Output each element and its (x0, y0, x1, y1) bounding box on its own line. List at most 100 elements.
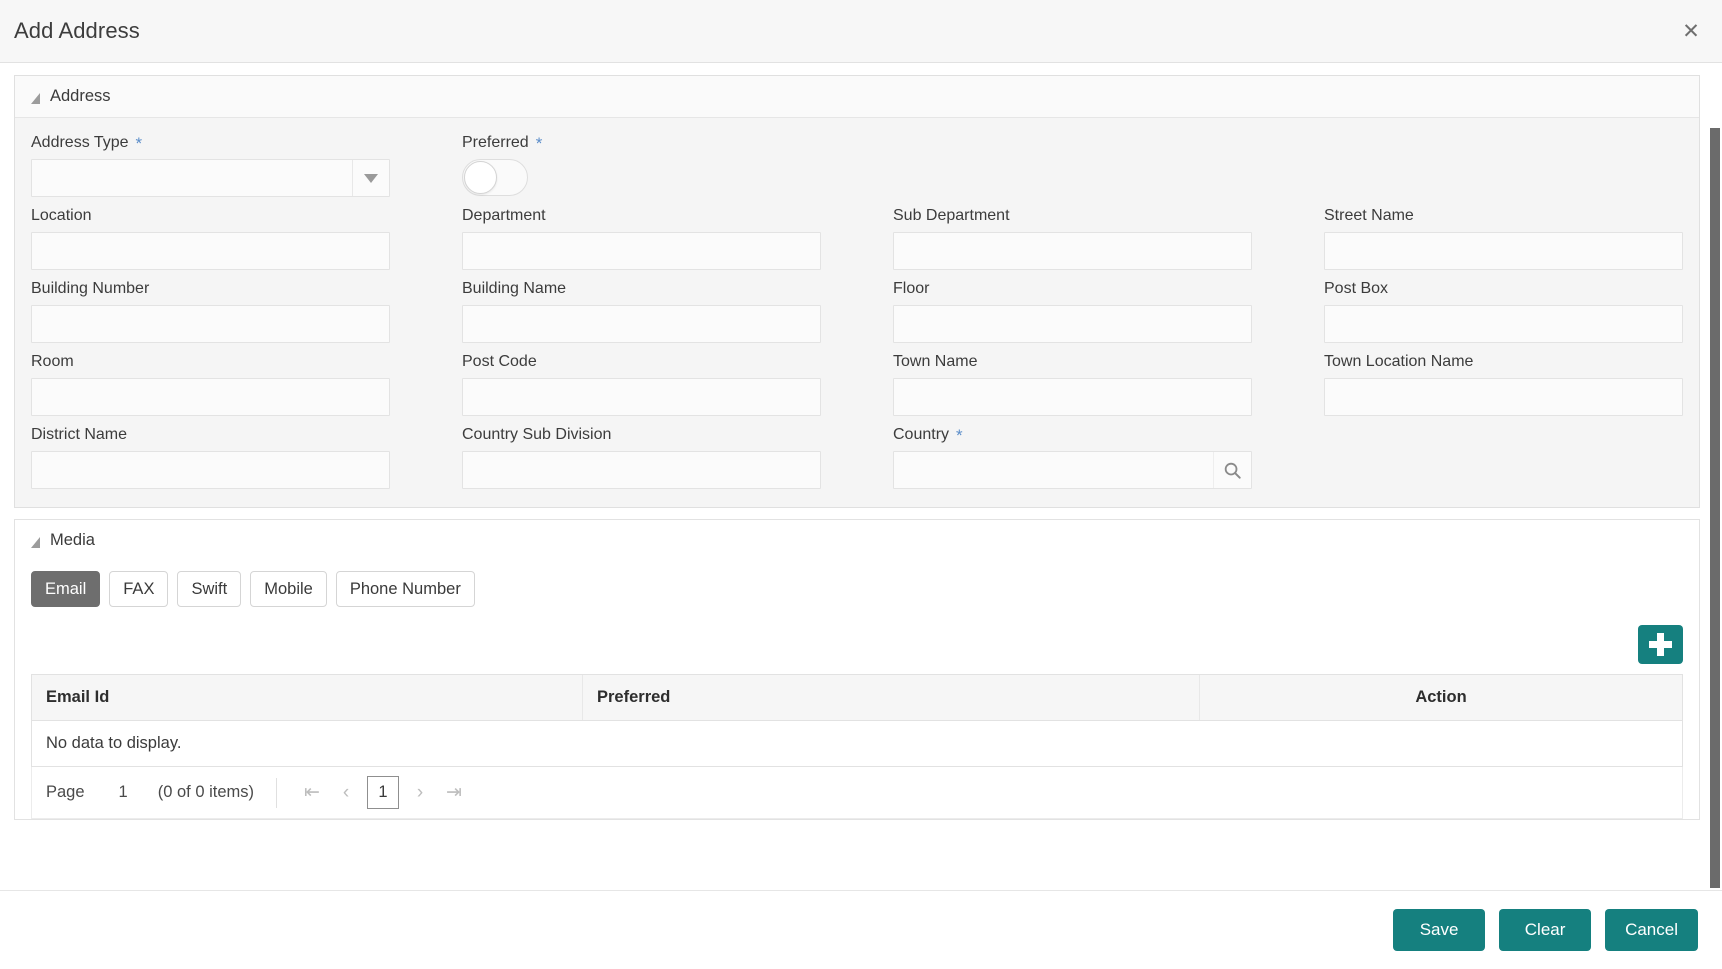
label-department: Department (462, 207, 821, 225)
label-town-location-name: Town Location Name (1324, 353, 1683, 371)
label-post-box: Post Box (1324, 280, 1683, 298)
media-panel: Media Email FAX Swift Mobile Phone Numbe… (14, 519, 1700, 820)
dialog-title: Add Address (14, 18, 140, 44)
label-sub-department: Sub Department (893, 207, 1252, 225)
preferred-toggle[interactable] (462, 159, 528, 196)
first-page-icon[interactable]: ⇤ (295, 777, 329, 809)
dialog-titlebar: Add Address ✕ (0, 0, 1722, 63)
address-panel-title: Address (50, 87, 111, 106)
triangle-collapse-icon[interactable] (31, 93, 40, 104)
address-panel: Address Address Type * (14, 75, 1700, 508)
field-district-name: District Name (31, 416, 390, 489)
field-room: Room (31, 343, 390, 416)
label-address-type: Address Type * (31, 134, 390, 152)
required-asterisk: * (136, 135, 143, 152)
dialog-footer: Save Clear Cancel (0, 890, 1722, 969)
media-pagination: Page 1 (0 of 0 items) ⇤ ‹ 1 › ⇥ (31, 767, 1683, 819)
vertical-scrollbar[interactable] (1707, 126, 1722, 811)
address-type-select[interactable] (31, 159, 390, 197)
media-panel-body: Email FAX Swift Mobile Phone Number (14, 561, 1700, 820)
pager-divider (276, 778, 277, 808)
add-address-dialog: Add Address ✕ Address Address Type * (0, 0, 1722, 969)
field-building-number: Building Number (31, 270, 390, 343)
floor-input[interactable] (893, 305, 1252, 343)
label-location: Location (31, 207, 390, 225)
address-panel-header[interactable]: Address (15, 76, 1699, 118)
town-location-name-input[interactable] (1324, 378, 1683, 416)
field-sub-department: Sub Department (893, 197, 1252, 270)
media-tab-fax[interactable]: FAX (109, 571, 168, 607)
field-post-code: Post Code (462, 343, 821, 416)
label-country: Country * (893, 426, 1252, 444)
country-sub-division-input[interactable] (462, 451, 821, 489)
dialog-body: Address Address Type * (0, 63, 1722, 890)
field-country: Country * (893, 416, 1252, 489)
street-name-input[interactable] (1324, 232, 1683, 270)
field-country-sub-division: Country Sub Division (462, 416, 821, 489)
chevron-down-icon[interactable] (352, 160, 389, 196)
add-row (31, 621, 1683, 674)
column-header-preferred[interactable]: Preferred (583, 675, 1200, 720)
district-name-input[interactable] (31, 451, 390, 489)
location-input[interactable] (31, 232, 390, 270)
field-street-name: Street Name (1324, 197, 1683, 270)
table-empty-message: No data to display. (32, 721, 1682, 766)
media-tab-mobile[interactable]: Mobile (250, 571, 327, 607)
add-record-button[interactable] (1638, 625, 1683, 664)
save-button[interactable]: Save (1393, 909, 1485, 951)
required-asterisk: * (956, 427, 963, 444)
label-district-name: District Name (31, 426, 390, 444)
media-panel-title: Media (50, 531, 95, 550)
address-row-1: Address Type * Preferred * (31, 124, 1683, 197)
field-town-name: Town Name (893, 343, 1252, 416)
building-name-input[interactable] (462, 305, 821, 343)
post-code-input[interactable] (462, 378, 821, 416)
label-floor: Floor (893, 280, 1252, 298)
media-table: Email Id Preferred Action No data to dis… (31, 674, 1683, 767)
required-asterisk: * (536, 135, 543, 152)
label-building-name: Building Name (462, 280, 821, 298)
next-page-icon[interactable]: › (403, 777, 437, 809)
label-preferred: Preferred * (462, 134, 821, 152)
scrollbar-thumb[interactable] (1710, 128, 1720, 888)
page-label: Page (46, 783, 85, 802)
address-row-4: Room Post Code Town Name Town Location N… (31, 343, 1683, 416)
label-post-code: Post Code (462, 353, 821, 371)
town-name-input[interactable] (893, 378, 1252, 416)
triangle-collapse-icon[interactable] (31, 537, 40, 548)
field-town-location-name: Town Location Name (1324, 343, 1683, 416)
media-tab-phone-number[interactable]: Phone Number (336, 571, 475, 607)
media-tab-swift[interactable]: Swift (177, 571, 241, 607)
address-row-5: District Name Country Sub Division Count… (31, 416, 1683, 489)
field-spacer-2 (1324, 124, 1683, 197)
label-room: Room (31, 353, 390, 371)
label-street-name: Street Name (1324, 207, 1683, 225)
field-post-box: Post Box (1324, 270, 1683, 343)
address-panel-body: Address Type * Preferred * (15, 118, 1699, 507)
search-icon[interactable] (1213, 452, 1251, 488)
room-input[interactable] (31, 378, 390, 416)
country-lookup[interactable] (893, 451, 1252, 489)
media-tab-email[interactable]: Email (31, 571, 100, 607)
column-header-email-id[interactable]: Email Id (32, 675, 583, 720)
plus-icon (1649, 633, 1672, 656)
close-icon[interactable]: ✕ (1678, 18, 1704, 44)
field-location: Location (31, 197, 390, 270)
media-tab-list: Email FAX Swift Mobile Phone Number (31, 565, 1683, 621)
clear-button[interactable]: Clear (1499, 909, 1591, 951)
last-page-icon[interactable]: ⇥ (437, 777, 471, 809)
cancel-button[interactable]: Cancel (1605, 909, 1698, 951)
address-row-2: Location Department Sub Department Stree… (31, 197, 1683, 270)
post-box-input[interactable] (1324, 305, 1683, 343)
prev-page-icon[interactable]: ‹ (329, 777, 363, 809)
department-input[interactable] (462, 232, 821, 270)
media-table-header: Email Id Preferred Action (32, 675, 1682, 721)
building-number-input[interactable] (31, 305, 390, 343)
current-page-button[interactable]: 1 (367, 776, 399, 809)
column-header-action[interactable]: Action (1200, 675, 1682, 720)
media-panel-header[interactable]: Media (14, 519, 1700, 561)
field-spacer-3 (1324, 416, 1683, 489)
sub-department-input[interactable] (893, 232, 1252, 270)
label-building-number: Building Number (31, 280, 390, 298)
toggle-knob (464, 161, 497, 194)
